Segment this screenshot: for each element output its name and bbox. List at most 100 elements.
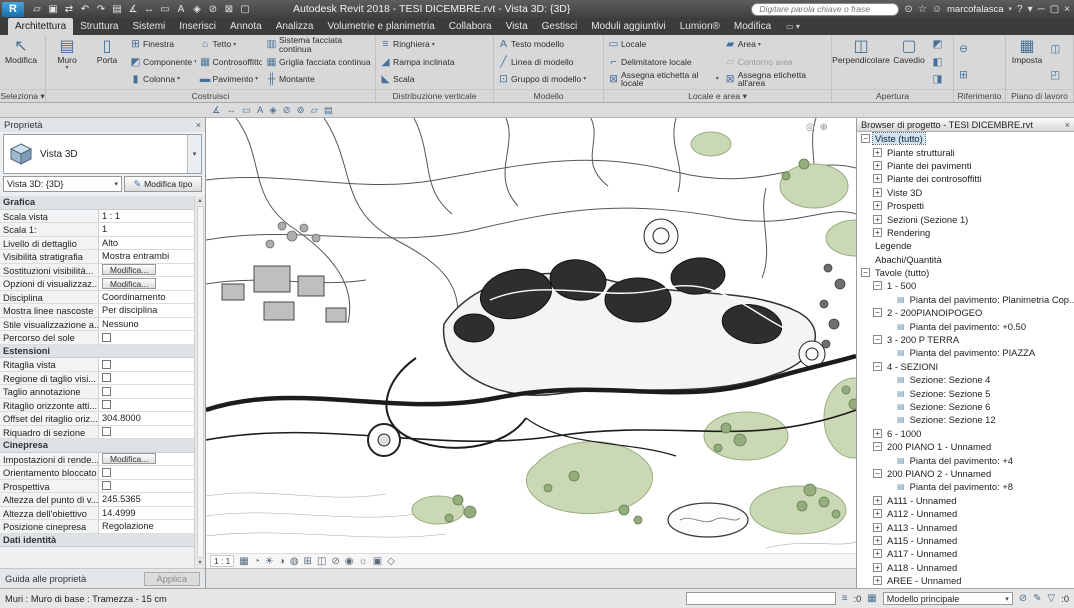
crop-view-icon[interactable]: ⊞ (304, 556, 312, 567)
assegna-etichetta-all-area-button[interactable]: ⊠Assegna etichetta all'area (723, 71, 829, 88)
worksets-icon[interactable]: ≡ (842, 593, 848, 604)
design-options-icon[interactable]: ▦ (867, 593, 876, 604)
steering-wheel-icon[interactable]: ◎ (806, 122, 815, 133)
workplane-show-button[interactable]: ◫ (1048, 41, 1063, 58)
tree-item-a111-unnamed[interactable]: +A111 - Unnamed (857, 494, 1074, 507)
search-input[interactable] (751, 3, 899, 16)
open-icon[interactable]: ▱ (31, 4, 43, 15)
save-icon[interactable]: ▣ (47, 4, 59, 15)
montante-button[interactable]: ╫Montante (264, 71, 373, 88)
tree-item-a115-unnamed[interactable]: +A115 - Unnamed (857, 534, 1074, 547)
expand-icon[interactable]: + (873, 549, 882, 558)
drawing-area[interactable]: ◎⊕ 1 : 1▦◔☀◑◍⊞◫⊘◉☼▣◇ (206, 118, 856, 588)
worksets-field[interactable] (686, 592, 836, 605)
tree-item-piante-strutturali[interactable]: +Piante strutturali (857, 145, 1074, 158)
close-icon[interactable]: × (1064, 4, 1070, 15)
sheet-icon[interactable]: ▱ (311, 105, 318, 116)
collapse-icon[interactable]: − (873, 308, 882, 317)
displaced-elements-icon[interactable]: ◇ (387, 556, 395, 567)
tree-item-a117-unnamed[interactable]: +A117 - Unnamed (857, 547, 1074, 560)
panel-label-apertura[interactable]: Apertura (832, 89, 953, 102)
rampa-inclinata-button[interactable]: ◢Rampa inclinata (378, 53, 457, 70)
testo-modello-button[interactable]: ATesto modello (496, 36, 588, 53)
tab-architettura[interactable]: Architettura (8, 18, 73, 35)
expand-icon[interactable]: + (873, 174, 882, 183)
help-menu-caret-icon[interactable]: ▾ (1028, 4, 1033, 15)
properties-help-link[interactable]: Guida alle proprietà (5, 574, 86, 584)
panel-label-modello[interactable]: Modello (494, 89, 603, 102)
tab-moduli-aggiuntivi[interactable]: Moduli aggiuntivi (584, 18, 673, 35)
collapse-icon[interactable]: − (873, 362, 882, 371)
user-menu-caret-icon[interactable]: ▾ (1009, 5, 1013, 13)
area-button[interactable]: ▰Area▾ (723, 36, 829, 53)
expand-icon[interactable]: + (873, 509, 882, 518)
panel-label-locale-e-area[interactable]: Locale e area ▾ (604, 89, 831, 102)
tab-vista[interactable]: Vista (499, 18, 535, 35)
expand-icon[interactable]: + (873, 523, 882, 532)
componente-button[interactable]: ◩Componente▾ (128, 53, 196, 70)
temporary-hide-icon[interactable]: ◉ (345, 556, 354, 567)
tab-annota[interactable]: Annota (223, 18, 269, 35)
tree-item-a118-unnamed[interactable]: +A118 - Unnamed (857, 561, 1074, 574)
collapse-icon[interactable]: − (873, 442, 882, 451)
locale-button[interactable]: ▭Locale (606, 36, 721, 53)
favorites-star-icon[interactable]: ☆ (918, 4, 927, 15)
controsoffitto-button[interactable]: ▦Controsoffitto (198, 53, 262, 70)
collapse-icon[interactable]: − (873, 335, 882, 344)
tree-item-6-1000[interactable]: +6 - 1000 (857, 427, 1074, 440)
tree-item-4-sezioni[interactable]: −4 - SEZIONI (857, 360, 1074, 373)
default-3d-view-icon[interactable]: ◈ (191, 4, 203, 15)
tree-item-viste-tutto[interactable]: −Viste (tutto) (857, 132, 1074, 145)
tree-item-sezione-sezione-4[interactable]: ▤Sezione: Sezione 4 (857, 373, 1074, 386)
exclude-options-icon[interactable]: ⊘ (1019, 593, 1027, 604)
tree-item-tavole-tutto[interactable]: −Tavole (tutto) (857, 266, 1074, 279)
type-selector-dropdown-icon[interactable]: ▾ (187, 135, 201, 173)
callout-icon[interactable]: ⊚ (297, 105, 305, 116)
expand-icon[interactable]: + (873, 563, 882, 572)
search-go-icon[interactable]: ⊙ (904, 4, 912, 15)
panel-label-costruisci[interactable]: Costruisci (46, 89, 375, 102)
scale-button[interactable]: 1 : 1 (210, 555, 234, 567)
pan-zoom-icon[interactable]: ⊕ (820, 122, 828, 133)
section-cinepresa[interactable]: Cinepresa (0, 439, 194, 453)
lock-3d-view-icon[interactable]: ⊘ (331, 556, 339, 567)
tree-item-abachi-quantit[interactable]: Abachi/Quantità (857, 253, 1074, 266)
expand-icon[interactable]: + (873, 161, 882, 170)
shadows-icon[interactable]: ◑ (279, 556, 285, 567)
tree-item-pianta-del-pavimento-planimetria-cop[interactable]: ▤Pianta del pavimento: Planimetria Cop..… (857, 293, 1074, 306)
ribbon-display-toggle[interactable]: ▭ ▾ (778, 18, 808, 35)
tab-struttura[interactable]: Struttura (73, 18, 125, 35)
text-icon[interactable]: A (175, 4, 187, 15)
view-3d-icon[interactable]: ◈ (269, 105, 276, 116)
expand-icon[interactable]: + (873, 576, 882, 585)
checkbox-riquadro-di-sezione[interactable] (102, 427, 111, 436)
checkbox-ritaglia-vista[interactable] (102, 360, 111, 369)
signed-in-user[interactable]: marcofalasca (947, 4, 1004, 15)
assegna-etichetta-al-locale-button[interactable]: ⊠Assegna etichetta al locale▾ (606, 71, 721, 88)
filter-icon[interactable]: ▽ (1048, 593, 1056, 604)
aligned-dimension-icon[interactable]: ↔ (143, 4, 155, 15)
tree-item-piante-dei-pavimenti[interactable]: +Piante dei pavimenti (857, 159, 1074, 172)
expand-icon[interactable]: + (873, 228, 882, 237)
tree-item-a113-unnamed[interactable]: +A113 - Unnamed (857, 520, 1074, 533)
panel-label-distribuzione-verticale[interactable]: Distribuzione verticale (376, 89, 493, 102)
tab-lumion[interactable]: Lumion® (673, 18, 727, 35)
section-grafica[interactable]: Grafica (0, 196, 194, 210)
perpendicolare-button[interactable]: ◫Perpendicolare (834, 36, 888, 88)
tree-item-sezione-sezione-12[interactable]: ▤Sezione: Sezione 12 (857, 413, 1074, 426)
tab-sistemi[interactable]: Sistemi (126, 18, 173, 35)
pavimento-button[interactable]: ▬Pavimento▾ (198, 71, 262, 88)
print-icon[interactable]: ▤ (111, 4, 123, 15)
tree-item-a112-unnamed[interactable]: +A112 - Unnamed (857, 507, 1074, 520)
switch-windows-icon[interactable]: ▢ (239, 4, 251, 15)
sistema-facciata-continua-button[interactable]: ▥Sistema facciata continua (264, 36, 373, 53)
tab-volumetrie-e-planimetria[interactable]: Volumetrie e planimetria (321, 18, 442, 35)
dimension-icon[interactable]: ↔ (227, 105, 237, 116)
tab-collabora[interactable]: Collabora (442, 18, 499, 35)
tree-item-2-200pianoipogeo[interactable]: −2 - 200PIANOIPOGEO (857, 306, 1074, 319)
expand-icon[interactable]: + (873, 215, 882, 224)
expand-icon[interactable]: + (873, 536, 882, 545)
sostituzioni-visibilit-edit-button[interactable]: Modifica... (102, 264, 156, 275)
checkbox-percorso-del-sole[interactable] (102, 333, 111, 342)
section-icon[interactable]: ⊘ (283, 105, 291, 116)
